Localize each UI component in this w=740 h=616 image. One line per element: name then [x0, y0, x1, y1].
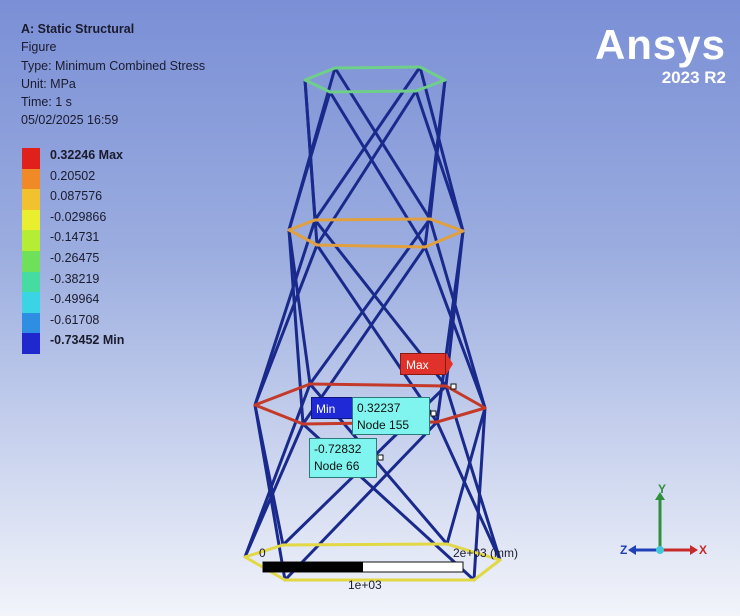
ring-base-edge — [281, 542, 449, 547]
truss-member — [315, 243, 439, 424]
ring-top-edge — [414, 78, 447, 93]
graphics-viewport[interactable]: A: Static Structural Figure Type: Minimu… — [0, 0, 740, 616]
scale-bar-fill — [263, 562, 363, 572]
axis-x-arrowhead — [690, 545, 698, 555]
axis-x-label: X — [699, 543, 708, 557]
truss-member — [253, 218, 317, 407]
probe-node: Node 155 — [357, 418, 410, 432]
ring-top-edge — [303, 66, 337, 82]
scale-end-label: 2e+03 (mm) — [453, 546, 519, 560]
ring-top-edge — [303, 78, 332, 94]
truss-member — [253, 243, 319, 407]
probe1-node-marker — [430, 410, 437, 417]
max-node-marker — [450, 383, 457, 390]
ring-lower-mid-edge — [308, 382, 448, 388]
truss-member — [428, 217, 487, 410]
scale-mid-label: 1e+03 — [348, 578, 382, 592]
min-tag[interactable]: Min — [311, 397, 357, 419]
scale-start-label: 0 — [259, 546, 266, 560]
probe-node: Node 66 — [314, 459, 360, 473]
max-tag[interactable]: Max — [400, 353, 446, 375]
truss-member — [328, 90, 427, 249]
truss-member — [435, 420, 502, 562]
ring-lower-mid-edge — [435, 406, 487, 424]
ring-upper-mid-edge — [423, 229, 465, 249]
ring-top-edge — [328, 89, 418, 94]
triad-origin — [656, 546, 664, 554]
ring-base-edge — [472, 558, 502, 582]
probe-label-min[interactable]: -0.72832 Node 66 — [309, 438, 377, 478]
axis-y-label: Y — [658, 482, 667, 496]
tower-model[interactable] — [0, 0, 740, 616]
probe-value: -0.72832 — [314, 442, 362, 456]
ring-upper-mid-edge — [313, 217, 432, 222]
truss-member — [243, 422, 305, 559]
ring-top-edge — [333, 65, 422, 70]
probe-value: 0.32237 — [357, 401, 401, 415]
ring-lower-mid-edge — [253, 403, 305, 426]
truss-member — [315, 89, 418, 247]
axis-z-label: Z — [620, 543, 628, 557]
probe-label-max[interactable]: 0.32237 Node 155 — [352, 397, 430, 435]
truss-member — [418, 65, 465, 233]
axis-z-arrowhead — [628, 545, 636, 555]
probe2-node-marker — [377, 454, 384, 461]
ring-upper-mid-edge — [315, 243, 427, 249]
ring-upper-mid-edge — [287, 228, 319, 247]
